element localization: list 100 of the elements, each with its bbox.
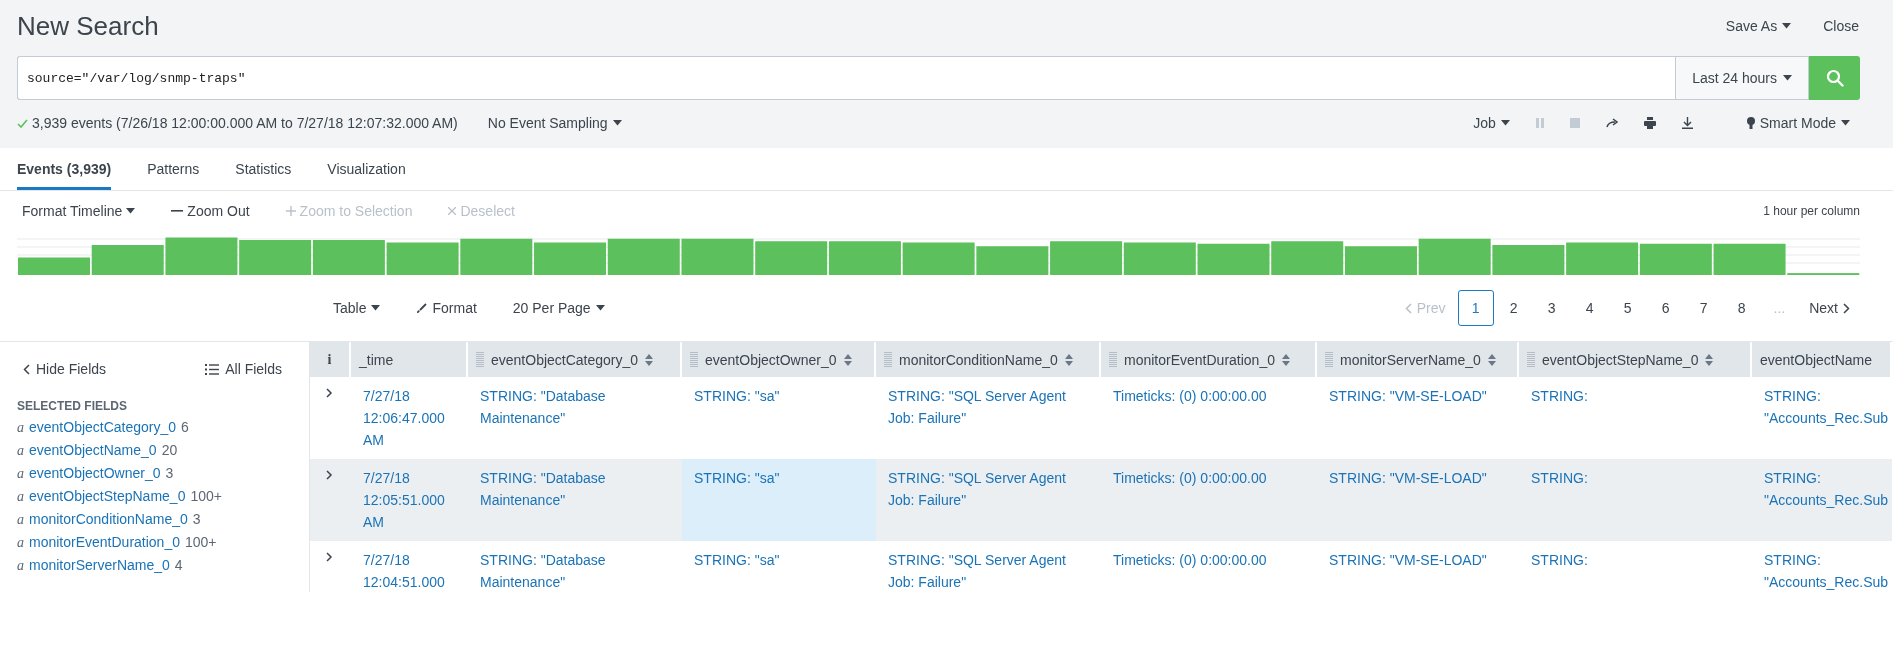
zoom-out-button[interactable]: Zoom Out	[171, 203, 250, 219]
time-link[interactable]: 7/27/18 12:04:51.000	[351, 541, 468, 592]
field-value-link[interactable]: STRING: "SQL Server Agent Job: Failure"	[876, 541, 1101, 592]
chevron-right-icon[interactable]	[324, 470, 334, 480]
histogram-bar[interactable]	[460, 238, 533, 275]
field-link[interactable]: eventObjectOwner_0	[29, 462, 161, 484]
histogram-bar[interactable]	[91, 245, 164, 275]
histogram-bar[interactable]	[1344, 246, 1417, 275]
page-button[interactable]: 4	[1571, 290, 1608, 326]
page-button[interactable]: 8	[1723, 290, 1760, 326]
histogram-bar[interactable]	[607, 238, 680, 275]
time-range-picker[interactable]: Last 24 hours	[1675, 56, 1809, 100]
field-value-link[interactable]: STRING: "Accounts_Rec.Sub	[1752, 459, 1892, 541]
field-value-link[interactable]: Timeticks: (0) 0:00:00.00	[1101, 541, 1317, 592]
column-header[interactable]: monitorEventDuration_0	[1101, 342, 1317, 377]
field-value-link[interactable]: STRING:	[1519, 459, 1752, 541]
print-icon[interactable]	[1643, 117, 1656, 129]
search-mode-dropdown[interactable]: Smart Mode	[1746, 115, 1850, 131]
search-button[interactable]	[1809, 56, 1860, 100]
field-value-link[interactable]: STRING:	[1519, 377, 1752, 459]
field-value-link[interactable]: STRING: "Accounts_Rec.Sub	[1752, 541, 1892, 592]
histogram-bar[interactable]	[1639, 243, 1712, 275]
field-value-link[interactable]: STRING: "Accounts_Rec.Sub	[1752, 377, 1892, 459]
field-value-link[interactable]: STRING: "sa"	[682, 459, 876, 541]
per-page-dropdown[interactable]: 20 Per Page	[512, 300, 605, 316]
format-button[interactable]: Format	[416, 300, 477, 316]
time-link[interactable]: 7/27/18 12:05:51.000 AM	[351, 459, 468, 541]
field-value-link[interactable]: STRING: "sa"	[682, 541, 876, 592]
histogram-bar[interactable]	[534, 242, 607, 275]
histogram-bar[interactable]	[239, 240, 312, 275]
tab[interactable]: Statistics	[235, 148, 292, 190]
pause-icon[interactable]	[1535, 118, 1544, 128]
field-value-link[interactable]: STRING: "SQL Server Agent Job: Failure"	[876, 377, 1101, 459]
save-as-dropdown[interactable]: Save As	[1725, 18, 1792, 34]
histogram-bar[interactable]	[312, 240, 385, 275]
field-value-link[interactable]: STRING: "VM-SE-LOAD"	[1317, 541, 1519, 592]
share-icon[interactable]	[1605, 118, 1618, 128]
histogram-bar[interactable]	[976, 246, 1049, 275]
histogram-bar[interactable]	[1271, 241, 1344, 275]
field-value-link[interactable]: STRING: "VM-SE-LOAD"	[1317, 377, 1519, 459]
column-header[interactable]: eventObjectCategory_0	[468, 342, 682, 377]
tab[interactable]: Events (3,939)	[17, 148, 112, 190]
stop-icon[interactable]	[1569, 118, 1580, 128]
field-link[interactable]: monitorServerName_0	[29, 554, 170, 576]
table-row[interactable]: 7/27/18 12:06:47.000 AM STRING: "Database Maintenance" STRING: "sa" STRING: "SQL Server Agent Job: Failure" Timeticks: (0) 0:00:00.00 STRING: "VM-SE-LOAD" STRING: STRING: "Accounts_Rec.Sub	[310, 377, 1892, 459]
field-value-link[interactable]: STRING: "VM-SE-LOAD"	[1317, 459, 1519, 541]
event-sampling-dropdown[interactable]: No Event Sampling	[487, 115, 622, 131]
histogram-bar[interactable]	[681, 238, 754, 275]
histogram-bar[interactable]	[1492, 245, 1565, 275]
page-button[interactable]: 7	[1685, 290, 1722, 326]
field-value-link[interactable]: STRING: "sa"	[682, 377, 876, 459]
field-link[interactable]: monitorConditionName_0	[29, 508, 188, 530]
histogram-bar[interactable]	[828, 241, 901, 275]
histogram-bar[interactable]	[165, 237, 238, 275]
field-value-link[interactable]: STRING: "Database Maintenance"	[468, 459, 682, 541]
format-timeline-dropdown[interactable]: Format Timeline	[22, 203, 136, 219]
histogram-bar[interactable]	[1050, 241, 1123, 275]
field-value-link[interactable]: Timeticks: (0) 0:00:00.00	[1101, 459, 1317, 541]
histogram-bar[interactable]	[18, 257, 90, 275]
tab[interactable]: Visualization	[327, 148, 406, 190]
download-icon[interactable]	[1681, 117, 1693, 129]
field-link[interactable]: eventObjectCategory_0	[29, 416, 177, 438]
table-row[interactable]: 7/27/18 12:05:51.000 AM STRING: "Database Maintenance" STRING: "sa" STRING: "SQL Server Agent Job: Failure" Timeticks: (0) 0:00:00.00 STRING: "VM-SE-LOAD" STRING: STRING: "Accounts_Rec.Sub	[310, 459, 1892, 541]
column-header[interactable]: eventObjectName	[1752, 342, 1892, 377]
hide-fields-button[interactable]: Hide Fields	[23, 361, 107, 377]
chevron-right-icon[interactable]	[324, 388, 334, 398]
page-button[interactable]: 5	[1609, 290, 1646, 326]
job-dropdown[interactable]: Job	[1473, 115, 1510, 131]
view-dropdown[interactable]: Table	[333, 300, 381, 316]
histogram-bar[interactable]	[1566, 242, 1639, 275]
time-link[interactable]: 7/27/18 12:06:47.000 AM	[351, 377, 468, 459]
next-page-button[interactable]: Next	[1799, 300, 1860, 316]
histogram-bar[interactable]	[902, 242, 975, 275]
histogram-bar[interactable]	[1418, 238, 1491, 275]
close-button[interactable]: Close	[1823, 18, 1859, 34]
field-link[interactable]: eventObjectName_0	[29, 439, 157, 461]
page-button[interactable]: 3	[1533, 290, 1570, 326]
search-field[interactable]: source="/var/log/snmp-traps"	[17, 56, 1676, 100]
histogram-bar[interactable]	[1123, 242, 1196, 275]
histogram-bar[interactable]	[1713, 243, 1786, 275]
tab[interactable]: Patterns	[147, 148, 200, 190]
chevron-right-icon[interactable]	[324, 552, 334, 562]
column-header[interactable]: monitorServerName_0	[1317, 342, 1519, 377]
column-header[interactable]: eventObjectStepName_0	[1519, 342, 1752, 377]
field-value-link[interactable]: STRING: "Database Maintenance"	[468, 541, 682, 592]
field-value-link[interactable]: Timeticks: (0) 0:00:00.00	[1101, 377, 1317, 459]
column-header[interactable]: eventObjectOwner_0	[682, 342, 876, 377]
field-value-link[interactable]: STRING: "SQL Server Agent Job: Failure"	[876, 459, 1101, 541]
field-link[interactable]: eventObjectStepName_0	[29, 485, 186, 507]
histogram-bar[interactable]	[755, 241, 828, 275]
all-fields-button[interactable]: All Fields	[205, 361, 282, 377]
page-button[interactable]: 6	[1647, 290, 1684, 326]
column-header[interactable]: _time	[351, 342, 468, 377]
field-link[interactable]: monitorEventDuration_0	[29, 531, 180, 553]
field-value-link[interactable]: STRING:	[1519, 541, 1752, 592]
page-button[interactable]: 1	[1457, 290, 1494, 326]
table-row[interactable]: 7/27/18 12:04:51.000 STRING: "Database Maintenance" STRING: "sa" STRING: "SQL Server Agent Job: Failure" Timeticks: (0) 0:00:00.00 STRING: "VM-SE-LOAD" STRING: STRING: "Accounts_Rec.Sub	[310, 541, 1892, 592]
column-header[interactable]: monitorConditionName_0	[876, 342, 1101, 377]
field-value-link[interactable]: STRING: "Database Maintenance"	[468, 377, 682, 459]
histogram-bar[interactable]	[386, 242, 459, 275]
